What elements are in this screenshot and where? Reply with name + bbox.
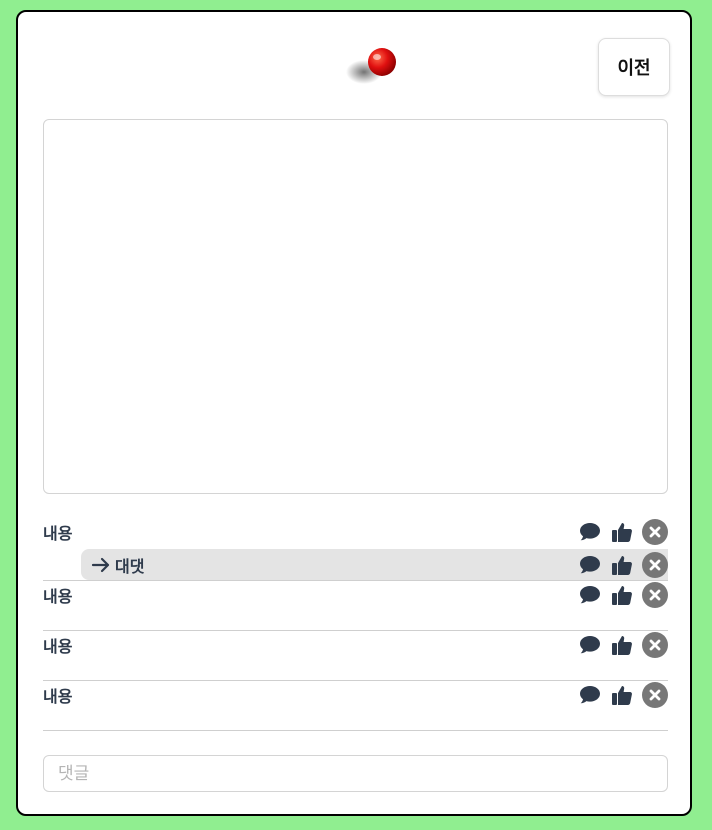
close-circle-icon[interactable] bbox=[642, 632, 668, 658]
comment-input[interactable] bbox=[43, 755, 668, 792]
back-button[interactable]: 이전 bbox=[598, 38, 670, 96]
speech-bubble-icon[interactable] bbox=[578, 633, 602, 657]
comment-item: 내용 bbox=[43, 630, 668, 660]
close-circle-icon[interactable] bbox=[642, 582, 668, 608]
comment-actions bbox=[578, 630, 668, 660]
comment-text: 내용 bbox=[43, 687, 73, 706]
arrow-right-icon bbox=[91, 557, 110, 572]
speech-bubble-icon[interactable] bbox=[578, 520, 602, 544]
comment-text: 내용 bbox=[43, 587, 73, 606]
reply-actions bbox=[578, 550, 668, 580]
thumbs-up-icon[interactable] bbox=[610, 633, 634, 657]
comment-divider bbox=[43, 730, 668, 731]
comment-text: 내용 bbox=[43, 524, 73, 543]
comment-item: 내용 bbox=[43, 580, 668, 610]
thumbs-up-icon[interactable] bbox=[610, 583, 634, 607]
reply-text: 대댓 bbox=[115, 556, 145, 576]
comment-text: 내용 bbox=[43, 637, 73, 656]
close-circle-icon[interactable] bbox=[642, 519, 668, 545]
thumbs-up-icon[interactable] bbox=[610, 520, 634, 544]
thumbs-up-icon[interactable] bbox=[610, 553, 634, 577]
comment-actions bbox=[578, 580, 668, 610]
post-card: 이전 내용 대댓 내용 내용 내용 댓글 bbox=[16, 10, 692, 816]
speech-bubble-icon[interactable] bbox=[578, 553, 602, 577]
pushpin-icon bbox=[344, 42, 404, 88]
comment-actions bbox=[578, 517, 668, 547]
comment-item: 내용 bbox=[43, 680, 668, 710]
thumbs-up-icon[interactable] bbox=[610, 683, 634, 707]
reply-item: 대댓 bbox=[81, 549, 668, 580]
speech-bubble-icon[interactable] bbox=[578, 583, 602, 607]
close-circle-icon[interactable] bbox=[642, 551, 668, 578]
comment-item: 내용 bbox=[43, 517, 668, 547]
comment-actions bbox=[578, 680, 668, 710]
close-circle-icon[interactable] bbox=[642, 682, 668, 708]
speech-bubble-icon[interactable] bbox=[578, 683, 602, 707]
post-content-area bbox=[43, 119, 668, 494]
